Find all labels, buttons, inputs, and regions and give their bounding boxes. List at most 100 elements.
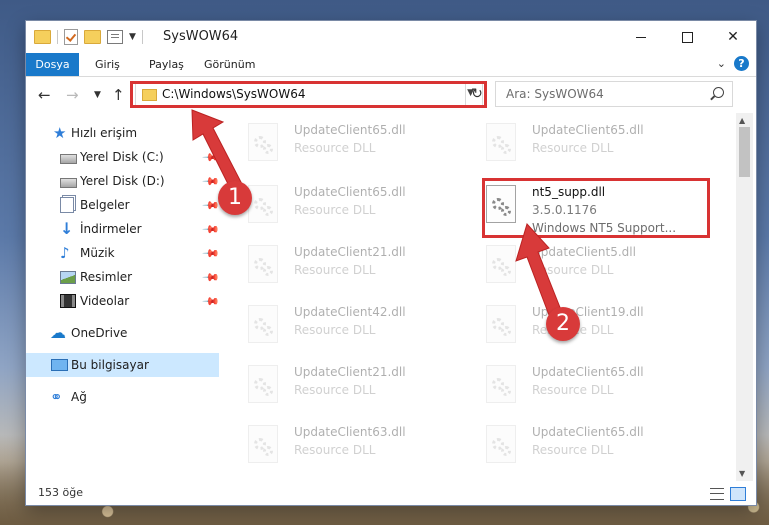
pin-icon: 📌 — [201, 171, 221, 191]
search-icon[interactable] — [713, 87, 724, 98]
file-description: Resource DLL — [294, 323, 376, 337]
tab-view[interactable]: Görünüm — [204, 53, 255, 76]
scroll-down-icon[interactable]: ▼ — [739, 469, 745, 478]
file-item[interactable]: UpdateClient21.dll Resource DLL — [238, 239, 448, 295]
file-name: UpdateClient65.dll — [294, 123, 406, 137]
file-description: Resource DLL — [532, 141, 614, 155]
scroll-up-icon[interactable]: ▲ — [739, 116, 745, 125]
expand-ribbon-icon[interactable]: ⌄ — [717, 57, 726, 70]
drive-icon — [60, 178, 77, 188]
vertical-scrollbar[interactable]: ▲ ▼ — [736, 113, 753, 481]
file-description: Resource DLL — [294, 383, 376, 397]
navigation-pane: ★ Hızlı erişim Yerel Disk (C:) 📌 Yerel D… — [26, 113, 221, 481]
sidebar-item-label: Bu bilgisayar — [71, 358, 149, 372]
chevron-down-icon[interactable]: ▼ — [129, 32, 136, 42]
close-button[interactable] — [710, 21, 756, 53]
file-item[interactable]: UpdateClient65.dll Resource DLL — [476, 117, 686, 173]
sidebar-item-videos[interactable]: Videolar 📌 — [26, 289, 220, 313]
dll-file-icon — [248, 365, 278, 403]
file-item[interactable]: UpdateClient19.dll Resource DLL — [476, 299, 686, 355]
tab-share[interactable]: Paylaş — [149, 53, 184, 76]
scroll-thumb[interactable] — [739, 127, 750, 177]
folder-icon — [34, 30, 51, 44]
file-name: UpdateClient65.dll — [294, 185, 406, 199]
star-icon: ★ — [53, 124, 67, 142]
sidebar-item-pictures[interactable]: Resimler 📌 — [26, 265, 220, 289]
network-icon: ⚭ — [50, 388, 63, 406]
sidebar-item-music[interactable]: ♪ Müzik 📌 — [26, 241, 220, 265]
file-description: Resource DLL — [294, 263, 376, 277]
sidebar-item-label: Hızlı erişim — [71, 126, 138, 140]
file-name: UpdateClient63.dll — [294, 425, 406, 439]
sidebar-item-documents[interactable]: Belgeler 📌 — [26, 193, 220, 217]
dll-file-icon — [486, 305, 516, 343]
file-name: UpdateClient42.dll — [294, 305, 406, 319]
sidebar-item-label: Belgeler — [80, 198, 130, 212]
step-badge-1: 1 — [218, 181, 252, 215]
sidebar-item-onedrive[interactable]: ☁ OneDrive — [26, 321, 219, 345]
dll-file-icon — [486, 425, 516, 463]
sidebar-item-label: Yerel Disk (C:) — [80, 150, 164, 164]
large-icons-view-icon[interactable] — [730, 487, 746, 501]
cloud-icon: ☁ — [50, 323, 66, 342]
file-item[interactable]: UpdateClient21.dll Resource DLL — [238, 359, 448, 415]
details-view-icon[interactable] — [710, 488, 724, 500]
file-name: UpdateClient65.dll — [532, 425, 644, 439]
minimize-button[interactable] — [618, 21, 664, 53]
sidebar-item-downloads[interactable]: ↓ İndirmeler 📌 — [26, 217, 221, 241]
pin-icon: 📌 — [201, 219, 221, 239]
sidebar-item-label: Yerel Disk (D:) — [80, 174, 165, 188]
computer-icon — [51, 359, 68, 371]
window-title: SysWOW64 — [163, 29, 239, 44]
divider — [141, 30, 143, 44]
file-item[interactable]: UpdateClient42.dll Resource DLL — [238, 299, 448, 355]
file-description: Resource DLL — [532, 383, 614, 397]
new-folder-icon[interactable] — [84, 30, 101, 44]
file-item[interactable]: UpdateClient65.dll Resource DLL — [476, 359, 686, 415]
window-controls — [618, 21, 756, 53]
dll-file-icon — [248, 245, 278, 283]
ribbon-tabs: Dosya Giriş Paylaş Görünüm ⌄ ? — [26, 53, 756, 77]
file-item[interactable]: UpdateClient65.dll Resource DLL — [238, 179, 448, 235]
sidebar-item-label: OneDrive — [71, 326, 128, 340]
file-list: UpdateClient65.dll Resource DLL UpdateCl… — [238, 113, 732, 481]
file-item[interactable]: UpdateClient5.dll Resource DLL — [476, 239, 686, 295]
sidebar-item-label: Videolar — [80, 294, 130, 308]
sidebar-item-local-disk-d[interactable]: Yerel Disk (D:) 📌 — [26, 169, 221, 193]
file-description: Resource DLL — [532, 263, 614, 277]
sidebar-item-label: Müzik — [80, 246, 115, 260]
back-arrow-icon[interactable]: ← — [38, 86, 51, 104]
dll-file-icon — [248, 305, 278, 343]
dll-file-icon — [248, 123, 278, 161]
tab-home[interactable]: Giriş — [95, 53, 120, 76]
sidebar-item-network[interactable]: ⚭ Ağ — [26, 385, 219, 409]
file-name: UpdateClient65.dll — [532, 365, 644, 379]
forward-arrow-icon[interactable]: → — [66, 86, 79, 104]
sidebar-item-this-pc[interactable]: Bu bilgisayar — [26, 353, 219, 377]
sidebar-item-local-disk-c[interactable]: Yerel Disk (C:) 📌 — [26, 145, 221, 169]
sidebar-item-quick-access[interactable]: ★ Hızlı erişim — [26, 121, 219, 145]
search-box[interactable]: Ara: SysWOW64 — [495, 81, 733, 107]
music-icon: ♪ — [60, 244, 70, 262]
sidebar-item-label: Ağ — [71, 390, 87, 404]
documents-icon — [60, 197, 74, 213]
properties-check-icon[interactable] — [64, 29, 78, 45]
drive-icon — [60, 154, 77, 164]
quick-access-toolbar: ▼ — [34, 29, 143, 45]
dll-file-icon — [248, 425, 278, 463]
recent-locations-icon[interactable]: ▼ — [94, 90, 101, 100]
maximize-button[interactable] — [664, 21, 710, 53]
file-item[interactable]: UpdateClient65.dll Resource DLL — [238, 117, 448, 173]
view-icon[interactable] — [107, 30, 123, 44]
file-item[interactable]: UpdateClient65.dll Resource DLL — [476, 419, 686, 475]
sidebar-item-label: Resimler — [80, 270, 133, 284]
file-name: UpdateClient21.dll — [294, 245, 406, 259]
pin-icon: 📌 — [201, 147, 221, 167]
file-item[interactable]: UpdateClient63.dll Resource DLL — [238, 419, 448, 475]
tab-file[interactable]: Dosya — [26, 53, 79, 76]
file-name: UpdateClient65.dll — [532, 123, 644, 137]
up-arrow-icon[interactable]: ↑ — [112, 86, 125, 104]
help-icon[interactable]: ? — [734, 56, 749, 71]
search-placeholder[interactable]: Ara: SysWOW64 — [506, 87, 604, 101]
file-name: UpdateClient5.dll — [532, 245, 636, 259]
